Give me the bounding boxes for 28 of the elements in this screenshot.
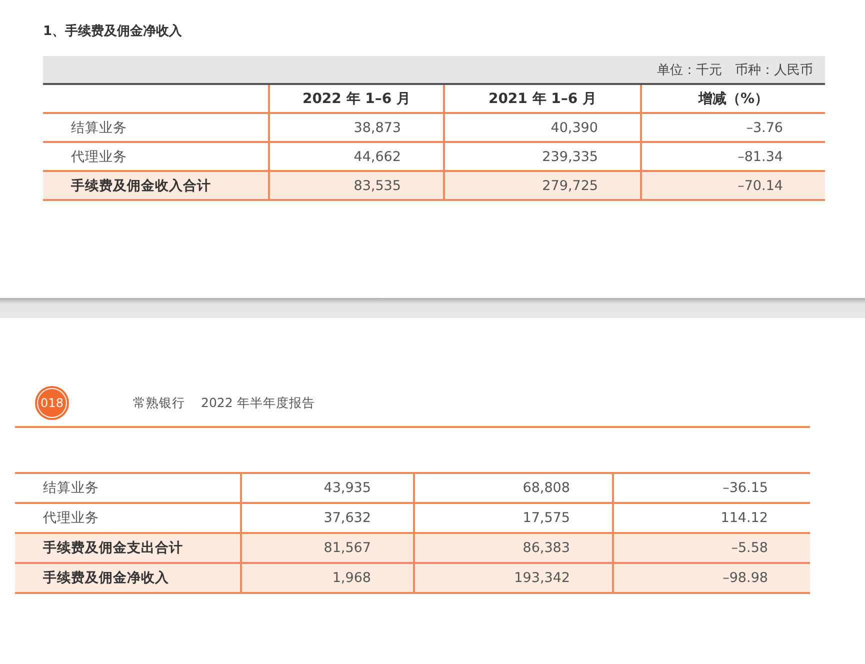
page-number-badge: 018 (37, 388, 67, 418)
table-cell: 81,567 (240, 534, 413, 564)
row-label: 结算业务 (43, 114, 268, 143)
table-cell: 43,935 (240, 474, 413, 504)
table-cell: 83,535 (268, 172, 443, 201)
row-label: 手续费及佣金支出合计 (15, 534, 240, 564)
table-cell: 86,383 (413, 534, 612, 564)
table-cell: 40,390 (443, 114, 640, 143)
column-header: 2021 年 1–6 月 (443, 85, 640, 114)
row-label: 手续费及佣金净收入 (15, 564, 240, 594)
table-cell: 193,342 (413, 564, 612, 594)
table-cell: –98.98 (612, 564, 810, 594)
row-label: 结算业务 (15, 474, 240, 504)
unit-note: 单位：千元 币种：人民币 (43, 56, 825, 85)
table-cell: –36.15 (612, 474, 810, 504)
table-cell: 279,725 (443, 172, 640, 201)
table-cell: 68,808 (413, 474, 612, 504)
table-cell: –70.14 (640, 172, 825, 201)
section-heading: 1、手续费及佣金净收入 (43, 22, 184, 40)
table-cell: 38,873 (268, 114, 443, 143)
column-header: 2022 年 1–6 月 (268, 85, 443, 114)
running-header: 常熟银行 (133, 394, 185, 412)
running-header: 2022 年半年度报告 (201, 394, 315, 412)
table-cell: 1,968 (240, 564, 413, 594)
row-label: 手续费及佣金收入合计 (43, 172, 268, 201)
table-cell: –5.58 (612, 534, 810, 564)
table-cell: –3.76 (640, 114, 825, 143)
column-header: 增减（%） (640, 85, 825, 114)
